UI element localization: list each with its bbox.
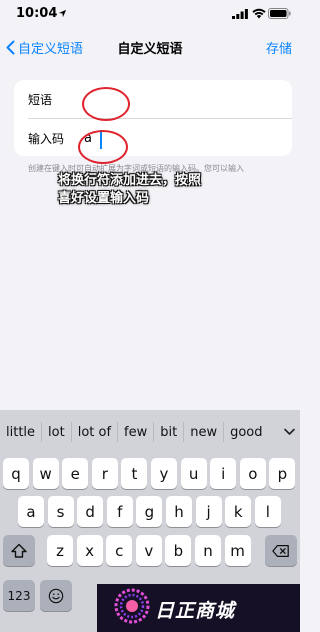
shortcut-label: 输入码 <box>28 132 65 146</box>
phrase-label: 短语 <box>28 93 53 107</box>
chevron-down-icon <box>283 428 295 435</box>
key-v[interactable]: v <box>135 535 162 566</box>
key-a[interactable]: a <box>18 496 44 527</box>
emoji-icon <box>48 588 64 603</box>
key-y[interactable]: y <box>151 458 177 489</box>
key-b[interactable]: b <box>165 535 192 566</box>
location-arrow-icon <box>58 9 67 18</box>
status-time: 10:04 <box>16 6 58 21</box>
key-f[interactable]: f <box>106 496 133 527</box>
watermark-text: 日正商城 <box>155 600 236 622</box>
key-l[interactable]: l <box>254 496 281 527</box>
navigation-bar: 自定义短语 自定义短语 存储 <box>0 32 300 62</box>
suggestion-item[interactable]: bit <box>154 425 177 440</box>
shift-icon <box>11 543 27 558</box>
key-q[interactable]: q <box>3 458 29 489</box>
status-bar: 10:04 <box>0 0 300 28</box>
key-k[interactable]: k <box>225 496 252 527</box>
delete-key[interactable] <box>265 535 297 566</box>
cellular-signal-icon <box>232 9 248 19</box>
key-h[interactable]: h <box>166 496 192 527</box>
key-o[interactable]: o <box>239 458 266 489</box>
key-d[interactable]: d <box>77 496 104 527</box>
key-n[interactable]: n <box>195 535 221 566</box>
phrase-row[interactable]: 短语 <box>14 80 292 118</box>
key-w[interactable]: w <box>32 458 59 489</box>
tutorial-caption: 将换行符添加进去，按照 喜好设置输入码 <box>58 172 280 208</box>
expand-suggestions-button[interactable] <box>280 422 298 442</box>
save-button[interactable]: 存储 <box>266 38 292 57</box>
tutorial-caption-line-2: 喜好设置输入码 <box>58 191 150 206</box>
key-c[interactable]: c <box>106 535 133 566</box>
key-r[interactable]: r <box>91 458 118 489</box>
numbers-key[interactable]: 123 <box>3 580 35 611</box>
tutorial-caption-line-1: 将换行符添加进去，按照 <box>58 173 202 188</box>
page-title: 自定义短语 <box>117 42 183 57</box>
annotation-circle-phrase <box>82 87 130 121</box>
key-x[interactable]: x <box>76 535 103 566</box>
suggestion-item[interactable]: lot <box>42 425 65 440</box>
suggestion-item[interactable]: new <box>184 425 217 440</box>
watermark-logo <box>114 588 150 624</box>
key-e[interactable]: e <box>62 458 89 489</box>
shortcut-row[interactable]: 输入码 <box>28 118 292 156</box>
key-g[interactable]: g <box>136 496 163 527</box>
suggestion-item[interactable]: few <box>118 425 147 440</box>
suggestion-item[interactable]: little <box>0 425 35 440</box>
key-t[interactable]: t <box>121 458 148 489</box>
predictive-bar: little lot lot of few bit new good <box>0 410 300 454</box>
annotation-circle-shortcut <box>78 130 128 164</box>
key-p[interactable]: p <box>269 458 296 489</box>
key-u[interactable]: u <box>180 458 207 489</box>
key-j[interactable]: j <box>195 496 222 527</box>
key-i[interactable]: i <box>210 458 237 489</box>
shift-key[interactable] <box>3 535 35 566</box>
emoji-key[interactable] <box>40 580 72 611</box>
key-m[interactable]: m <box>224 535 251 566</box>
wifi-icon <box>252 8 266 19</box>
suggestion-item[interactable]: lot of <box>72 425 111 440</box>
suggestion-item[interactable]: good <box>224 425 262 440</box>
text-replacement-form: 短语 输入码 <box>14 80 292 156</box>
delete-icon <box>272 544 289 557</box>
key-z[interactable]: z <box>47 535 73 566</box>
key-s[interactable]: s <box>47 496 74 527</box>
battery-icon <box>268 8 291 19</box>
